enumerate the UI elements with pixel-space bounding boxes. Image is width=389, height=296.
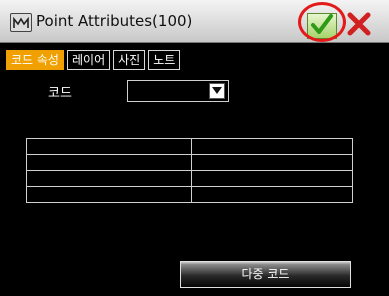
multi-code-button[interactable]: 다중 코드 xyxy=(180,261,351,288)
ok-button[interactable] xyxy=(307,13,337,39)
tab-note[interactable]: 노트 xyxy=(148,50,181,70)
title-bar: Point Attributes(100) xyxy=(0,0,389,43)
tab-code-attributes[interactable]: 코드 속성 xyxy=(6,50,64,70)
table-cell[interactable] xyxy=(191,154,353,171)
table-row[interactable] xyxy=(26,170,353,187)
window-title: Point Attributes(100) xyxy=(36,12,193,30)
table-cell[interactable] xyxy=(26,138,192,155)
code-label: 코드 xyxy=(48,86,72,101)
table-cell[interactable] xyxy=(191,170,353,187)
tab-bar: 코드 속성 레이어 사진 노트 xyxy=(6,50,183,70)
table-row[interactable] xyxy=(26,154,353,171)
tab-layer[interactable]: 레이어 xyxy=(66,50,111,70)
table-cell[interactable] xyxy=(26,170,192,187)
chevron-down-icon[interactable] xyxy=(209,83,225,99)
tab-photo[interactable]: 사진 xyxy=(113,50,146,70)
table-row[interactable] xyxy=(26,138,353,155)
table-cell[interactable] xyxy=(191,186,353,203)
app-icon xyxy=(10,13,32,32)
close-icon xyxy=(346,12,372,40)
code-select[interactable] xyxy=(127,80,229,102)
table-cell[interactable] xyxy=(26,186,192,203)
close-button[interactable] xyxy=(342,12,376,40)
attribute-table xyxy=(26,138,353,203)
table-row[interactable] xyxy=(26,186,353,203)
table-cell[interactable] xyxy=(26,154,192,171)
check-icon xyxy=(310,13,334,39)
table-cell[interactable] xyxy=(191,138,353,155)
